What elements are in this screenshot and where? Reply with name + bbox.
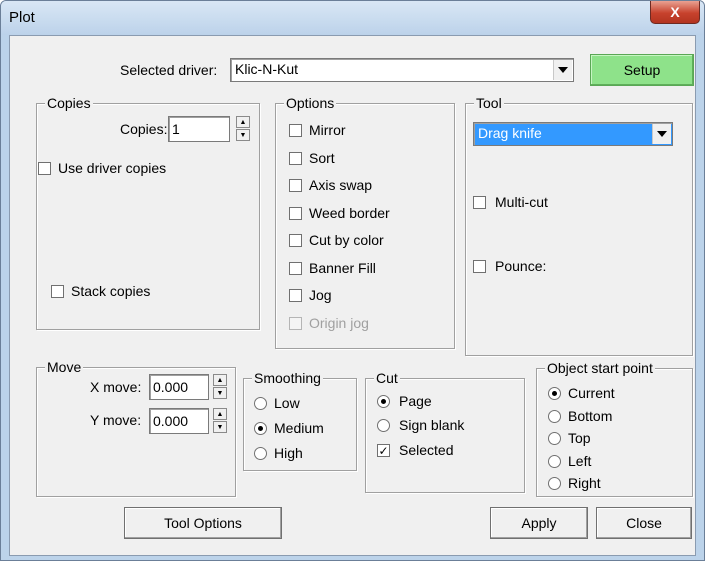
options-legend: Options [284,95,337,111]
tool-options-button[interactable]: Tool Options [124,507,282,539]
y-move-value: 0.000 [153,413,189,429]
option-checkbox-cut-by-color[interactable] [289,234,302,247]
use-driver-copies-label: Use driver copies [58,160,167,176]
option-checkbox-jog[interactable] [289,289,302,302]
cut-page-label: Page [399,393,432,409]
y-move-up-arrow[interactable]: ▲ [213,408,227,420]
start-point-right-label: Right [568,475,601,491]
stack-copies-checkbox[interactable] [51,285,64,298]
option-label: Jog [309,287,332,303]
y-move-label: Y move: [90,412,142,428]
option-checkbox-mirror[interactable] [289,124,302,137]
option-label: Mirror [309,122,346,138]
smoothing-low-radio[interactable] [254,397,267,410]
y-move-stepper[interactable]: 0.000 ▲ ▼ [149,408,231,434]
option-checkbox-banner-fill[interactable] [289,261,302,275]
start-point-top-label: Top [568,430,591,446]
start-point-current-label: Current [568,385,615,401]
start-point-top-radio[interactable] [548,432,561,445]
start-point-legend: Object start point [545,360,655,376]
window-title: Plot [9,9,35,26]
chevron-down-icon[interactable] [553,60,572,80]
option-checkbox-axis-swap[interactable] [289,179,302,192]
smoothing-high-radio[interactable] [254,447,267,460]
copies-up-arrow[interactable]: ▲ [236,116,250,128]
copies-label: Copies: [120,121,168,137]
x-move-field[interactable]: 0.000 [149,374,209,400]
close-window-button[interactable]: X [650,1,700,24]
option-label: Axis swap [309,177,373,193]
smoothing-high-label: High [274,445,303,461]
use-driver-copies-checkbox[interactable] [38,162,51,175]
close-icon: X [670,4,680,20]
start-point-current-radio[interactable] [548,387,561,400]
x-move-down-arrow[interactable]: ▼ [213,387,227,399]
start-point-left-label: Left [568,452,592,469]
selected-driver-label: Selected driver: [120,62,218,78]
multi-cut-checkbox[interactable] [473,196,486,209]
driver-select[interactable]: Klic-N-Kut [230,58,574,82]
cut-page-radio[interactable] [377,395,390,408]
smoothing-low-label: Low [274,395,300,411]
cut-selected-label: Selected [399,442,454,458]
close-button[interactable]: Close [596,507,692,539]
copies-legend: Copies [45,95,93,111]
move-legend: Move [45,359,84,375]
smoothing-medium-radio[interactable] [254,422,267,435]
cut-sign-blank-label: Sign blank [399,417,465,433]
x-move-up-arrow[interactable]: ▲ [213,374,227,386]
title-bar: Plot X [1,1,704,35]
option-label: Sort [309,149,335,166]
copies-down-arrow[interactable]: ▼ [236,129,250,141]
plot-window: Plot X Selected driver: Klic-N-Kut Setup… [0,0,705,561]
tool-select[interactable]: Drag knife [473,122,673,146]
option-checkbox-sort[interactable] [289,151,302,165]
options-group: Options [275,95,455,349]
x-move-stepper[interactable]: 0.000 ▲ ▼ [149,374,231,400]
check-icon: ✓ [378,443,389,458]
start-point-bottom-label: Bottom [568,407,613,424]
copies-value: 1 [172,121,180,137]
cut-sign-blank-radio[interactable] [377,419,390,432]
y-move-down-arrow[interactable]: ▼ [213,421,227,433]
option-label: Cut by color [309,232,384,248]
tool-select-value: Drag knife [478,125,542,141]
option-label: Origin jog [309,314,369,331]
apply-button[interactable]: Apply [490,507,588,539]
start-point-bottom-radio[interactable] [548,409,561,423]
copies-stepper[interactable]: 1 ▲ ▼ [168,116,254,142]
tool-legend: Tool [474,95,504,111]
cut-selected-checkbox[interactable]: ✓ [377,444,390,457]
cut-legend: Cut [374,370,400,386]
x-move-label: X move: [90,379,142,395]
stack-copies-label: Stack copies [71,283,151,299]
start-point-left-radio[interactable] [548,454,561,468]
dialog-body: Selected driver: Klic-N-Kut Setup Copies… [9,35,696,556]
copies-field[interactable]: 1 [168,116,230,142]
x-move-value: 0.000 [153,379,189,395]
option-checkbox-weed-border[interactable] [289,206,302,220]
option-label: Weed border [309,204,390,221]
pounce-label: Pounce: [495,258,547,274]
smoothing-legend: Smoothing [252,370,323,386]
option-checkbox-origin-jog [289,316,302,330]
pounce-checkbox[interactable] [473,260,486,273]
driver-select-value: Klic-N-Kut [235,61,299,77]
cut-group: Cut [365,370,525,493]
option-label: Banner Fill [309,259,376,276]
multi-cut-label: Multi-cut [495,194,548,210]
start-point-right-radio[interactable] [548,477,561,490]
smoothing-medium-label: Medium [274,420,324,436]
chevron-down-icon[interactable] [652,124,671,144]
setup-button[interactable]: Setup [590,54,694,86]
y-move-field[interactable]: 0.000 [149,408,209,434]
